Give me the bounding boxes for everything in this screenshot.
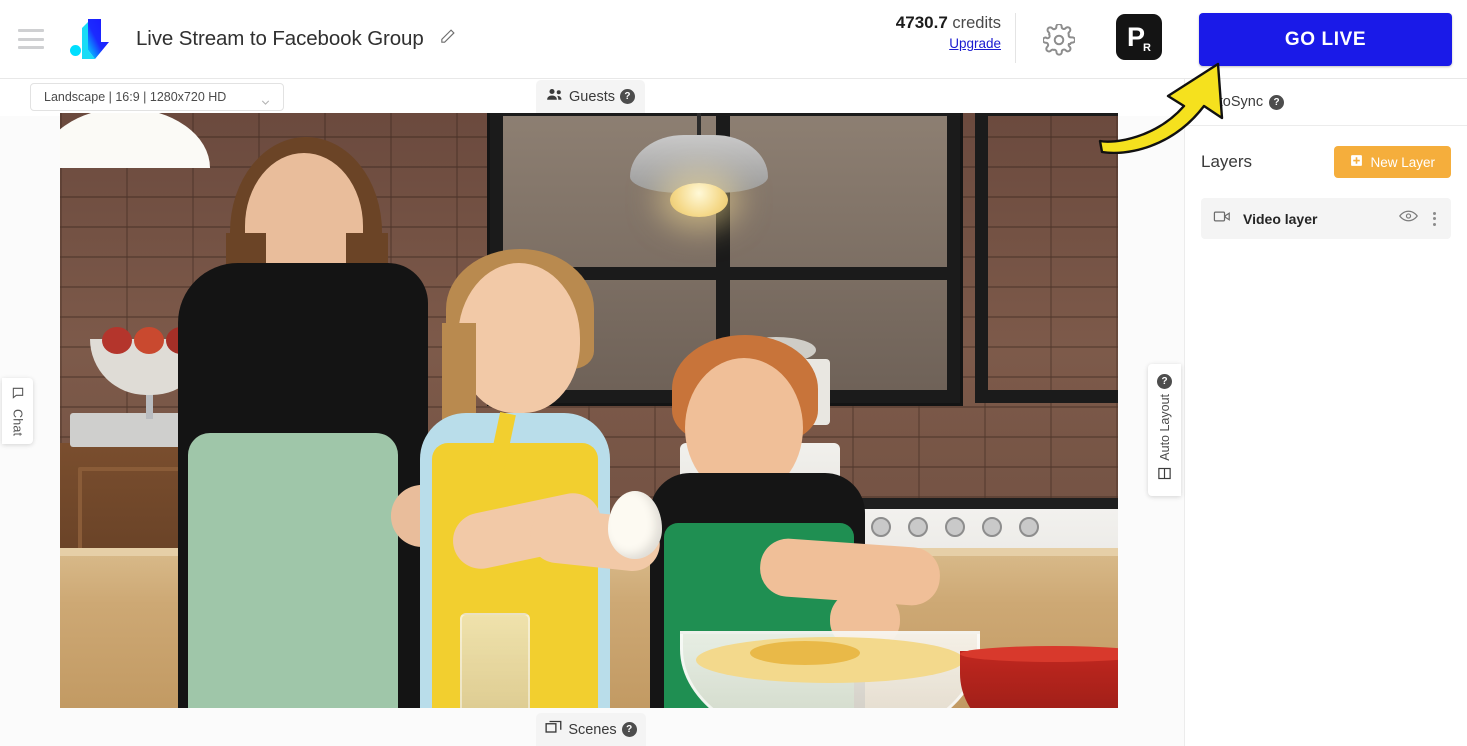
plus-square-icon	[1350, 154, 1363, 170]
scenes-label: Scenes	[568, 721, 617, 738]
page-title: Live Stream to Facebook Group	[136, 26, 424, 50]
layers-title: Layers	[1201, 152, 1253, 171]
go-live-button[interactable]: GO LIVE	[1199, 13, 1452, 66]
avatar-initial: P	[1127, 22, 1145, 52]
guests-tab[interactable]: Guests ?	[536, 80, 645, 113]
chat-tab[interactable]: Chat	[2, 378, 33, 444]
document-title: Live Stream to Facebook Group	[136, 27, 456, 52]
eye-icon[interactable]	[1399, 209, 1418, 228]
hamburger-icon[interactable]	[18, 29, 44, 49]
help-circle-icon[interactable]: ?	[619, 89, 635, 104]
autosync-label: AutoSync	[1201, 94, 1264, 110]
credits-line: 4730.7 credits	[880, 13, 1001, 33]
layout-grid-icon	[1157, 466, 1172, 486]
credits-box: 4730.7 credits Upgrade	[880, 13, 1016, 63]
users-icon	[546, 87, 564, 106]
top-bar: Live Stream to Facebook Group 4730.7 cre…	[0, 0, 1467, 79]
scenes-icon	[545, 720, 563, 739]
pencil-icon[interactable]	[439, 27, 456, 51]
upgrade-link[interactable]: Upgrade	[949, 36, 1001, 51]
new-layer-label: New Layer	[1370, 154, 1435, 170]
help-circle-icon[interactable]: ?	[1269, 94, 1285, 110]
preview-stage	[0, 113, 1184, 746]
video-content	[60, 113, 1118, 708]
chat-bubble-icon	[11, 386, 25, 405]
brand-logo-icon[interactable]	[68, 16, 116, 62]
avatar[interactable]: PR	[1116, 14, 1162, 60]
video-camera-icon	[1213, 210, 1231, 228]
help-circle-icon[interactable]: ?	[1157, 374, 1172, 390]
guests-label: Guests	[569, 88, 615, 105]
right-panel: AutoSync ? Layers New Layer Video layer	[1184, 79, 1467, 746]
app-root: Live Stream to Facebook Group 4730.7 cre…	[0, 0, 1467, 746]
logo-dot-icon	[70, 45, 81, 56]
video-preview[interactable]	[60, 113, 1118, 708]
layer-item-video[interactable]: Video layer	[1201, 198, 1451, 239]
chat-tab-label: Chat	[10, 408, 25, 437]
layer-name: Video layer	[1243, 210, 1318, 227]
gear-icon[interactable]	[1042, 23, 1076, 56]
kebab-menu-icon[interactable]	[1430, 208, 1439, 230]
layers-header: Layers New Layer	[1185, 126, 1467, 198]
auto-layout-tab[interactable]: ? Auto Layout	[1148, 364, 1181, 496]
layout-preset-select[interactable]: Landscape | 16:9 | 1280x720 HD	[30, 83, 284, 111]
credits-value: 4730.7	[895, 13, 948, 32]
new-layer-button[interactable]: New Layer	[1334, 146, 1451, 178]
credits-label: credits	[952, 14, 1001, 32]
auto-layout-label: Auto Layout	[1157, 394, 1172, 461]
autosync-row[interactable]: AutoSync ?	[1185, 79, 1467, 126]
avatar-sub: R	[1143, 42, 1151, 54]
help-circle-icon[interactable]: ?	[621, 722, 637, 737]
layout-preset-value: Landscape | 16:9 | 1280x720 HD	[44, 90, 227, 104]
scenes-tab[interactable]: Scenes ?	[536, 713, 646, 746]
